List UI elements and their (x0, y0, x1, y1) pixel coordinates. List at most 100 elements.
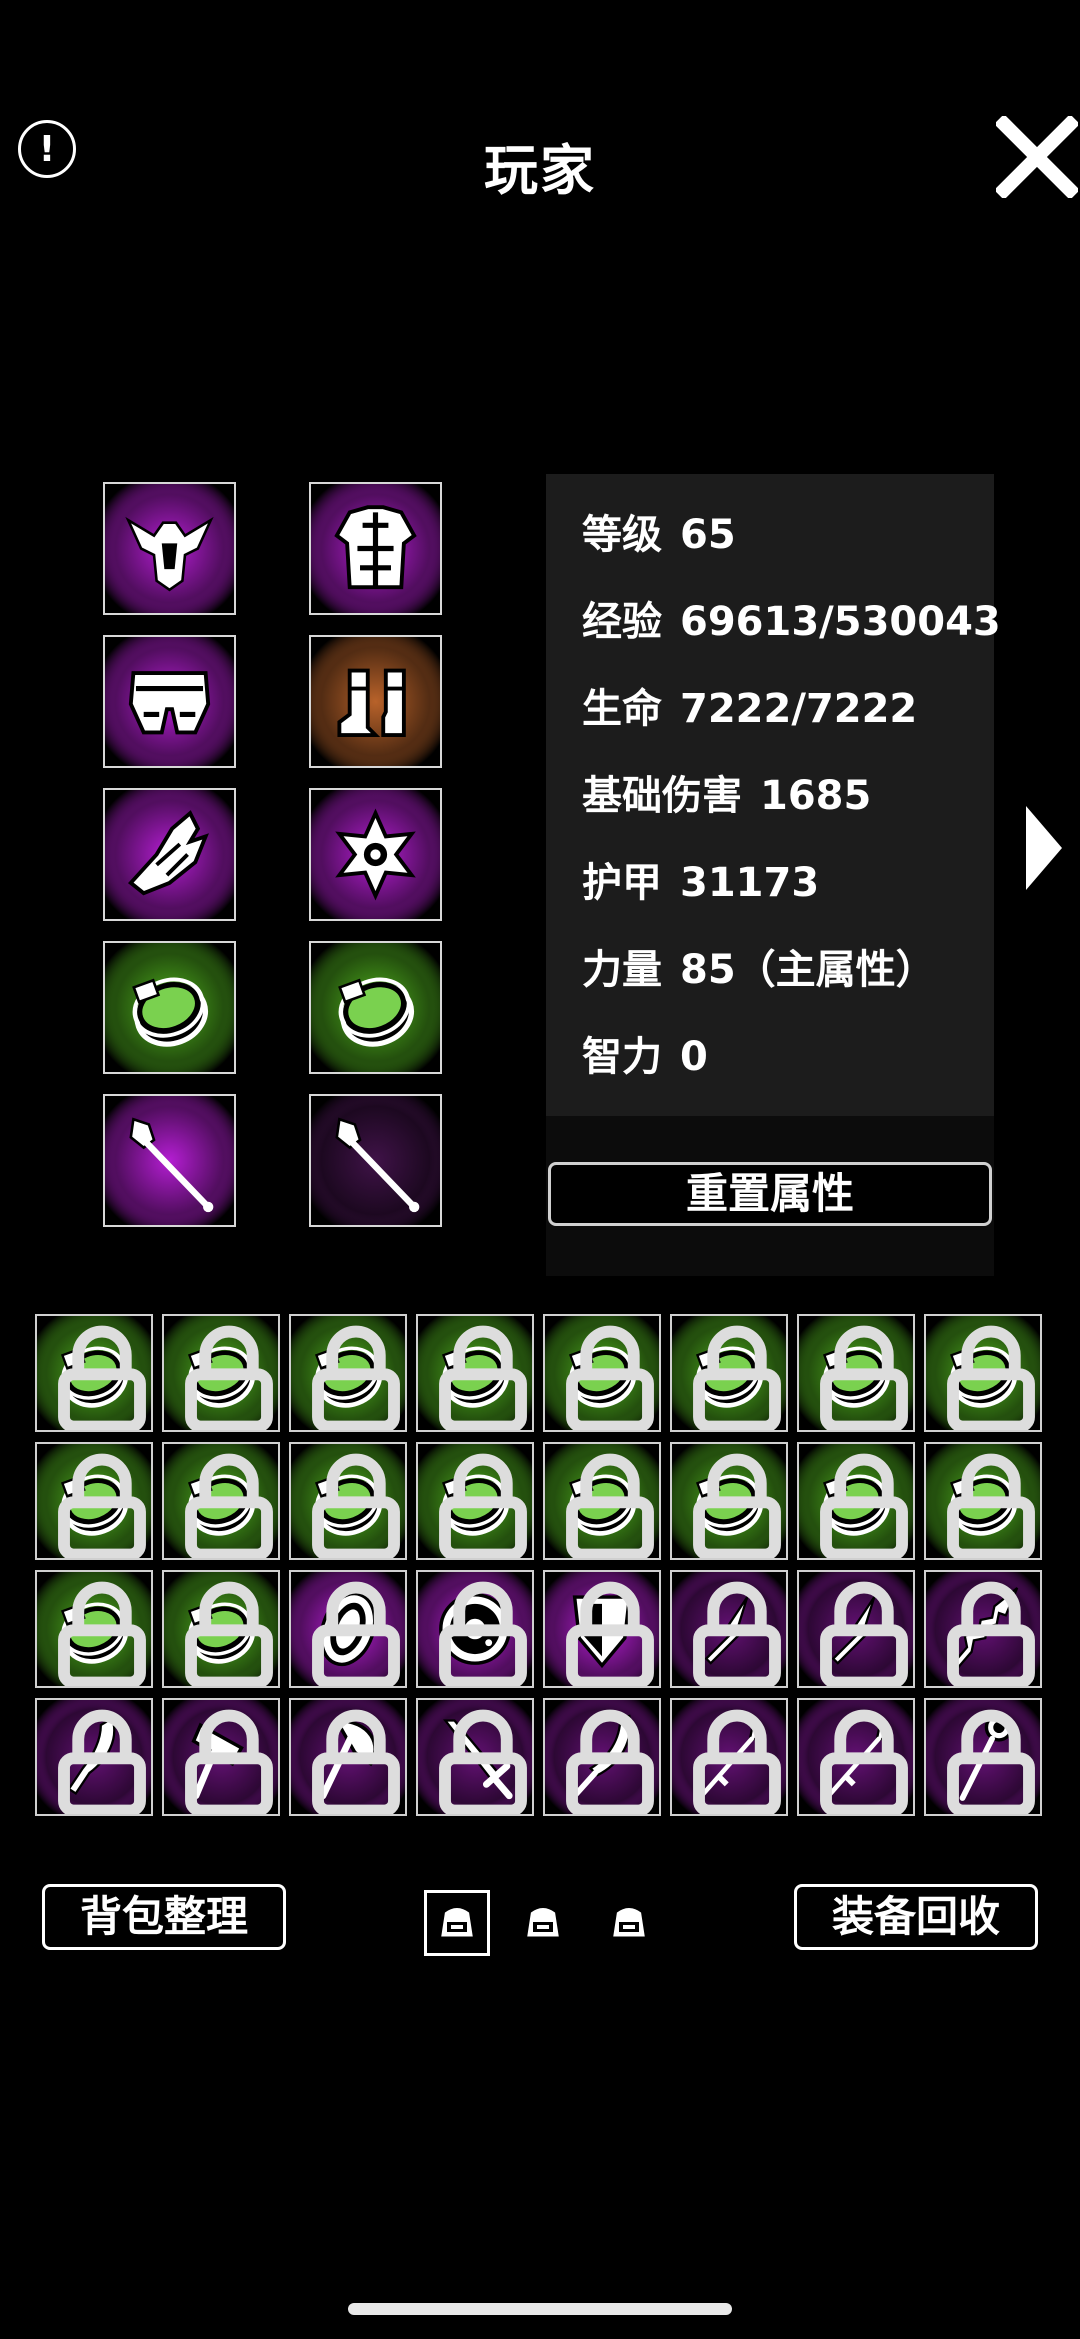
stat-value: 69613/530043 (680, 599, 1001, 645)
equip-slot-helmet[interactable] (103, 482, 236, 615)
stat-label: 智力 (582, 1034, 662, 1080)
stat-row: 智力 0 (582, 1024, 726, 1082)
stat-label: 护甲 (582, 860, 662, 906)
stat-value: 65 (680, 512, 736, 558)
lock-icon (820, 1325, 908, 1430)
inventory-slot-ring[interactable] (162, 1570, 280, 1688)
bag-tab-3[interactable] (596, 1890, 662, 1956)
equip-slot-ring2[interactable] (309, 941, 442, 1074)
stat-row: 护甲 31173 (582, 850, 837, 908)
inventory-slot-ring[interactable] (35, 1570, 153, 1688)
amulet-icon (311, 790, 440, 919)
inventory-slot-axe[interactable] (289, 1698, 407, 1816)
lock-icon (58, 1325, 146, 1430)
stat-label: 等级 (582, 512, 662, 558)
inventory-slot-ring[interactable] (416, 1442, 534, 1560)
inventory-slot-scimitar[interactable] (543, 1698, 661, 1816)
home-indicator[interactable] (348, 2303, 732, 2315)
inventory-slot-ring[interactable] (289, 1442, 407, 1560)
equip-slot-gloves[interactable] (103, 788, 236, 921)
inventory-slot-sword[interactable] (416, 1698, 534, 1816)
ring-icon (311, 943, 440, 1072)
bag-tab-1[interactable] (424, 1890, 490, 1956)
inventory-slot-ring[interactable] (543, 1442, 661, 1560)
sort-bag-button[interactable]: 背包整理 (42, 1884, 286, 1950)
recycle-equipment-button[interactable]: 装备回收 (794, 1884, 1038, 1950)
inventory-slot-dagger[interactable] (670, 1570, 788, 1688)
inventory-slot-ring[interactable] (924, 1442, 1042, 1560)
lock-icon (312, 1325, 400, 1430)
lock-icon (58, 1581, 146, 1686)
next-page-arrow-icon[interactable] (1026, 806, 1062, 890)
inventory-slot-ring[interactable] (162, 1314, 280, 1432)
lock-icon (312, 1453, 400, 1558)
inventory-slot-kite-shield[interactable] (543, 1570, 661, 1688)
inventory-slot-ring[interactable] (543, 1314, 661, 1432)
ring-icon (105, 943, 234, 1072)
inventory-slot-curved-blade[interactable] (35, 1698, 153, 1816)
staff-icon (105, 1096, 234, 1225)
stat-row: 等级 65 (582, 502, 754, 560)
inventory-slot-ring[interactable] (670, 1314, 788, 1432)
lock-icon (439, 1325, 527, 1430)
lock-icon (566, 1581, 654, 1686)
inventory-slot-dagger[interactable] (797, 1570, 915, 1688)
lock-icon (185, 1453, 273, 1558)
inventory-slot-ring[interactable] (35, 1314, 153, 1432)
staff-icon (311, 1096, 440, 1225)
lock-icon (58, 1453, 146, 1558)
stat-label: 力量 (582, 947, 662, 993)
stat-value: 1685 (760, 773, 872, 819)
lock-icon (693, 1453, 781, 1558)
inventory-slot-ring[interactable] (289, 1314, 407, 1432)
inventory-slot-hammer[interactable] (162, 1698, 280, 1816)
stat-row: 力量 85（主属性） (582, 937, 954, 995)
stat-value: 0 (680, 1034, 708, 1080)
inventory-slot-buckler[interactable] (416, 1570, 534, 1688)
stat-label: 生命 (582, 686, 662, 732)
equip-slot-chest[interactable] (309, 482, 442, 615)
equip-slot-amulet[interactable] (309, 788, 442, 921)
inventory-slot-spear[interactable] (797, 1698, 915, 1816)
inventory-slot-ring[interactable] (797, 1314, 915, 1432)
lock-icon (312, 1581, 400, 1686)
equip-slot-legs[interactable] (103, 635, 236, 768)
lock-icon (947, 1581, 1035, 1686)
inventory-slot-mace-staff[interactable] (924, 1698, 1042, 1816)
lock-icon (439, 1709, 527, 1814)
inventory-slot-round-shield[interactable] (289, 1570, 407, 1688)
lock-icon (566, 1709, 654, 1814)
inventory-slot-ring[interactable] (35, 1442, 153, 1560)
lock-icon (185, 1581, 273, 1686)
lock-icon (693, 1581, 781, 1686)
chest-armor-icon (311, 484, 440, 613)
inventory-slot-ring[interactable] (924, 1314, 1042, 1432)
lock-icon (947, 1709, 1035, 1814)
lock-icon (58, 1709, 146, 1814)
stat-label: 基础伤害 (582, 773, 742, 819)
stat-value: 31173 (680, 860, 820, 906)
stat-value: 7222/7222 (680, 686, 918, 732)
reset-attributes-button[interactable]: 重置属性 (548, 1162, 992, 1226)
inventory-slot-spear[interactable] (670, 1698, 788, 1816)
lock-icon (820, 1453, 908, 1558)
close-icon[interactable] (996, 116, 1078, 198)
inventory-slot-serrated-sword[interactable] (924, 1570, 1042, 1688)
inventory-slot-ring[interactable] (162, 1442, 280, 1560)
leg-armor-icon (105, 637, 234, 766)
stats-panel: 等级 65 经验 69613/530043 生命 7222/7222 基础伤害 1685 护甲 3… (546, 474, 1001, 1116)
equip-slot-off-hand[interactable] (309, 1094, 442, 1227)
inventory-slot-ring[interactable] (416, 1314, 534, 1432)
lock-icon (566, 1325, 654, 1430)
equip-slot-boots[interactable] (309, 635, 442, 768)
inventory-slot-ring[interactable] (797, 1442, 915, 1560)
bag-tab-2[interactable] (510, 1890, 576, 1956)
backpack-icon (438, 1906, 476, 1940)
lock-icon (439, 1453, 527, 1558)
lock-icon (566, 1453, 654, 1558)
equip-slot-ring1[interactable] (103, 941, 236, 1074)
equip-slot-main-hand[interactable] (103, 1094, 236, 1227)
lock-icon (820, 1709, 908, 1814)
inventory-slot-ring[interactable] (670, 1442, 788, 1560)
horned-helmet-icon (105, 484, 234, 613)
